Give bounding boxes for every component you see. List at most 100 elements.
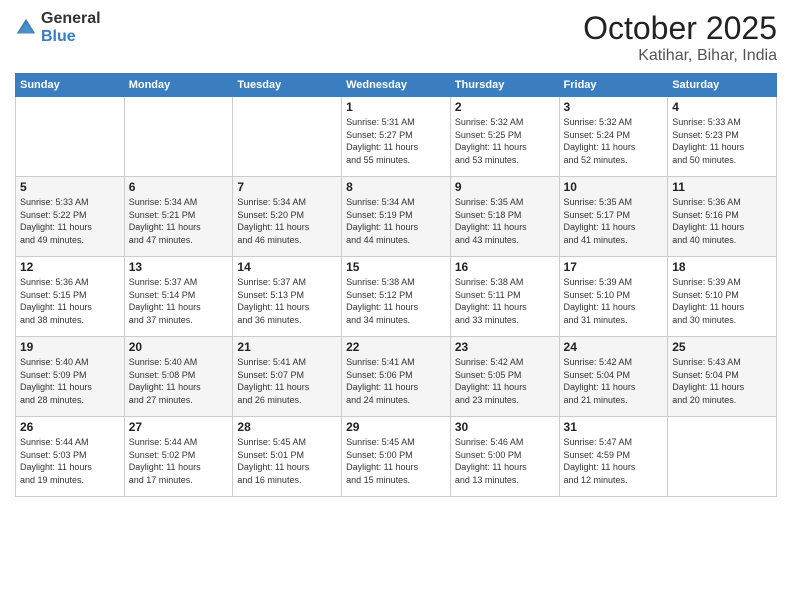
day-number: 31 (564, 420, 664, 434)
day-header-monday: Monday (124, 74, 233, 97)
week-row-4: 19 Sunrise: 5:40 AM Sunset: 5:09 PM Dayli… (16, 337, 777, 417)
day-number: 25 (672, 340, 772, 354)
day-info: Sunrise: 5:40 AM Sunset: 5:08 PM Dayligh… (129, 356, 229, 406)
day-header-thursday: Thursday (450, 74, 559, 97)
day-number: 10 (564, 180, 664, 194)
day-number: 17 (564, 260, 664, 274)
calendar-cell: 19 Sunrise: 5:40 AM Sunset: 5:09 PM Dayli… (16, 337, 125, 417)
day-info: Sunrise: 5:42 AM Sunset: 5:04 PM Dayligh… (564, 356, 664, 406)
header: General Blue October 2025 Katihar, Bihar… (15, 10, 777, 65)
calendar-cell: 6 Sunrise: 5:34 AM Sunset: 5:21 PM Daylig… (124, 177, 233, 257)
day-number: 29 (346, 420, 446, 434)
day-info: Sunrise: 5:44 AM Sunset: 5:02 PM Dayligh… (129, 436, 229, 486)
day-info: Sunrise: 5:33 AM Sunset: 5:22 PM Dayligh… (20, 196, 120, 246)
calendar-cell: 18 Sunrise: 5:39 AM Sunset: 5:10 PM Dayli… (668, 257, 777, 337)
logo-text: General Blue (41, 10, 101, 46)
day-number: 24 (564, 340, 664, 354)
day-number: 3 (564, 100, 664, 114)
day-info: Sunrise: 5:36 AM Sunset: 5:15 PM Dayligh… (20, 276, 120, 326)
day-info: Sunrise: 5:37 AM Sunset: 5:14 PM Dayligh… (129, 276, 229, 326)
day-number: 14 (237, 260, 337, 274)
calendar-cell: 11 Sunrise: 5:36 AM Sunset: 5:16 PM Dayli… (668, 177, 777, 257)
calendar-cell: 22Sunrise: 5:41 AM Sunset: 5:06 PM Dayli… (342, 337, 451, 417)
logo: General Blue (15, 10, 101, 46)
calendar-cell: 2Sunrise: 5:32 AM Sunset: 5:25 PM Daylig… (450, 97, 559, 177)
day-info: Sunrise: 5:35 AM Sunset: 5:18 PM Dayligh… (455, 196, 555, 246)
calendar-cell (124, 97, 233, 177)
day-info: Sunrise: 5:43 AM Sunset: 5:04 PM Dayligh… (672, 356, 772, 406)
day-info: Sunrise: 5:39 AM Sunset: 5:10 PM Dayligh… (564, 276, 664, 326)
day-number: 7 (237, 180, 337, 194)
day-info: Sunrise: 5:32 AM Sunset: 5:25 PM Dayligh… (455, 116, 555, 166)
day-header-wednesday: Wednesday (342, 74, 451, 97)
day-info: Sunrise: 5:34 AM Sunset: 5:20 PM Dayligh… (237, 196, 337, 246)
title-area: October 2025 Katihar, Bihar, India (583, 10, 777, 65)
calendar-cell: 28Sunrise: 5:45 AM Sunset: 5:01 PM Dayli… (233, 417, 342, 497)
week-row-1: 1 Sunrise: 5:31 AM Sunset: 5:27 PM Daylig… (16, 97, 777, 177)
logo-icon (15, 17, 37, 39)
day-info: Sunrise: 5:38 AM Sunset: 5:12 PM Dayligh… (346, 276, 446, 326)
calendar-cell: 17 Sunrise: 5:39 AM Sunset: 5:10 PM Dayli… (559, 257, 668, 337)
day-info: Sunrise: 5:34 AM Sunset: 5:21 PM Dayligh… (129, 196, 229, 246)
calendar-cell: 1 Sunrise: 5:31 AM Sunset: 5:27 PM Daylig… (342, 97, 451, 177)
day-header-friday: Friday (559, 74, 668, 97)
calendar-cell: 5 Sunrise: 5:33 AM Sunset: 5:22 PM Daylig… (16, 177, 125, 257)
day-info: Sunrise: 5:41 AM Sunset: 5:07 PM Dayligh… (237, 356, 337, 406)
calendar-cell: 10 Sunrise: 5:35 AM Sunset: 5:17 PM Dayli… (559, 177, 668, 257)
calendar-cell: 3Sunrise: 5:32 AM Sunset: 5:24 PM Daylig… (559, 97, 668, 177)
calendar-cell: 30Sunrise: 5:46 AM Sunset: 5:00 PM Dayli… (450, 417, 559, 497)
day-info: Sunrise: 5:46 AM Sunset: 5:00 PM Dayligh… (455, 436, 555, 486)
day-number: 27 (129, 420, 229, 434)
day-number: 5 (20, 180, 120, 194)
calendar-cell: 27 Sunrise: 5:44 AM Sunset: 5:02 PM Dayli… (124, 417, 233, 497)
day-info: Sunrise: 5:35 AM Sunset: 5:17 PM Dayligh… (564, 196, 664, 246)
calendar-cell: 9 Sunrise: 5:35 AM Sunset: 5:18 PM Daylig… (450, 177, 559, 257)
day-info: Sunrise: 5:40 AM Sunset: 5:09 PM Dayligh… (20, 356, 120, 406)
day-info: Sunrise: 5:36 AM Sunset: 5:16 PM Dayligh… (672, 196, 772, 246)
day-number: 4 (672, 100, 772, 114)
calendar-cell: 25 Sunrise: 5:43 AM Sunset: 5:04 PM Dayli… (668, 337, 777, 417)
week-row-3: 12 Sunrise: 5:36 AM Sunset: 5:15 PM Dayli… (16, 257, 777, 337)
day-number: 12 (20, 260, 120, 274)
logo-general: General (41, 10, 101, 27)
day-number: 1 (346, 100, 446, 114)
day-info: Sunrise: 5:42 AM Sunset: 5:05 PM Dayligh… (455, 356, 555, 406)
day-number: 18 (672, 260, 772, 274)
day-number: 11 (672, 180, 772, 194)
calendar-cell: 7 Sunrise: 5:34 AM Sunset: 5:20 PM Daylig… (233, 177, 342, 257)
day-number: 19 (20, 340, 120, 354)
calendar-cell: 26 Sunrise: 5:44 AM Sunset: 5:03 PM Dayli… (16, 417, 125, 497)
logo-blue: Blue (41, 28, 76, 45)
calendar-cell: 20Sunrise: 5:40 AM Sunset: 5:08 PM Dayli… (124, 337, 233, 417)
day-info: Sunrise: 5:38 AM Sunset: 5:11 PM Dayligh… (455, 276, 555, 326)
header-row: SundayMondayTuesdayWednesdayThursdayFrid… (16, 74, 777, 97)
day-info: Sunrise: 5:47 AM Sunset: 4:59 PM Dayligh… (564, 436, 664, 486)
calendar-cell: 29 Sunrise: 5:45 AM Sunset: 5:00 PM Dayli… (342, 417, 451, 497)
calendar-cell (16, 97, 125, 177)
day-number: 8 (346, 180, 446, 194)
day-info: Sunrise: 5:39 AM Sunset: 5:10 PM Dayligh… (672, 276, 772, 326)
day-info: Sunrise: 5:31 AM Sunset: 5:27 PM Dayligh… (346, 116, 446, 166)
day-number: 6 (129, 180, 229, 194)
day-info: Sunrise: 5:34 AM Sunset: 5:19 PM Dayligh… (346, 196, 446, 246)
day-info: Sunrise: 5:33 AM Sunset: 5:23 PM Dayligh… (672, 116, 772, 166)
day-info: Sunrise: 5:45 AM Sunset: 5:00 PM Dayligh… (346, 436, 446, 486)
day-number: 28 (237, 420, 337, 434)
calendar-cell: 8 Sunrise: 5:34 AM Sunset: 5:19 PM Daylig… (342, 177, 451, 257)
calendar-cell: 15 Sunrise: 5:38 AM Sunset: 5:12 PM Dayli… (342, 257, 451, 337)
calendar-cell: 21Sunrise: 5:41 AM Sunset: 5:07 PM Dayli… (233, 337, 342, 417)
week-row-2: 5 Sunrise: 5:33 AM Sunset: 5:22 PM Daylig… (16, 177, 777, 257)
day-number: 26 (20, 420, 120, 434)
calendar-cell: 31 Sunrise: 5:47 AM Sunset: 4:59 PM Dayli… (559, 417, 668, 497)
calendar-cell (233, 97, 342, 177)
day-info: Sunrise: 5:44 AM Sunset: 5:03 PM Dayligh… (20, 436, 120, 486)
day-header-saturday: Saturday (668, 74, 777, 97)
day-number: 15 (346, 260, 446, 274)
calendar-cell: 14 Sunrise: 5:37 AM Sunset: 5:13 PM Dayli… (233, 257, 342, 337)
day-number: 9 (455, 180, 555, 194)
calendar-cell: 23Sunrise: 5:42 AM Sunset: 5:05 PM Dayli… (450, 337, 559, 417)
day-info: Sunrise: 5:37 AM Sunset: 5:13 PM Dayligh… (237, 276, 337, 326)
calendar-cell (668, 417, 777, 497)
day-info: Sunrise: 5:41 AM Sunset: 5:06 PM Dayligh… (346, 356, 446, 406)
calendar-cell: 16Sunrise: 5:38 AM Sunset: 5:11 PM Dayli… (450, 257, 559, 337)
